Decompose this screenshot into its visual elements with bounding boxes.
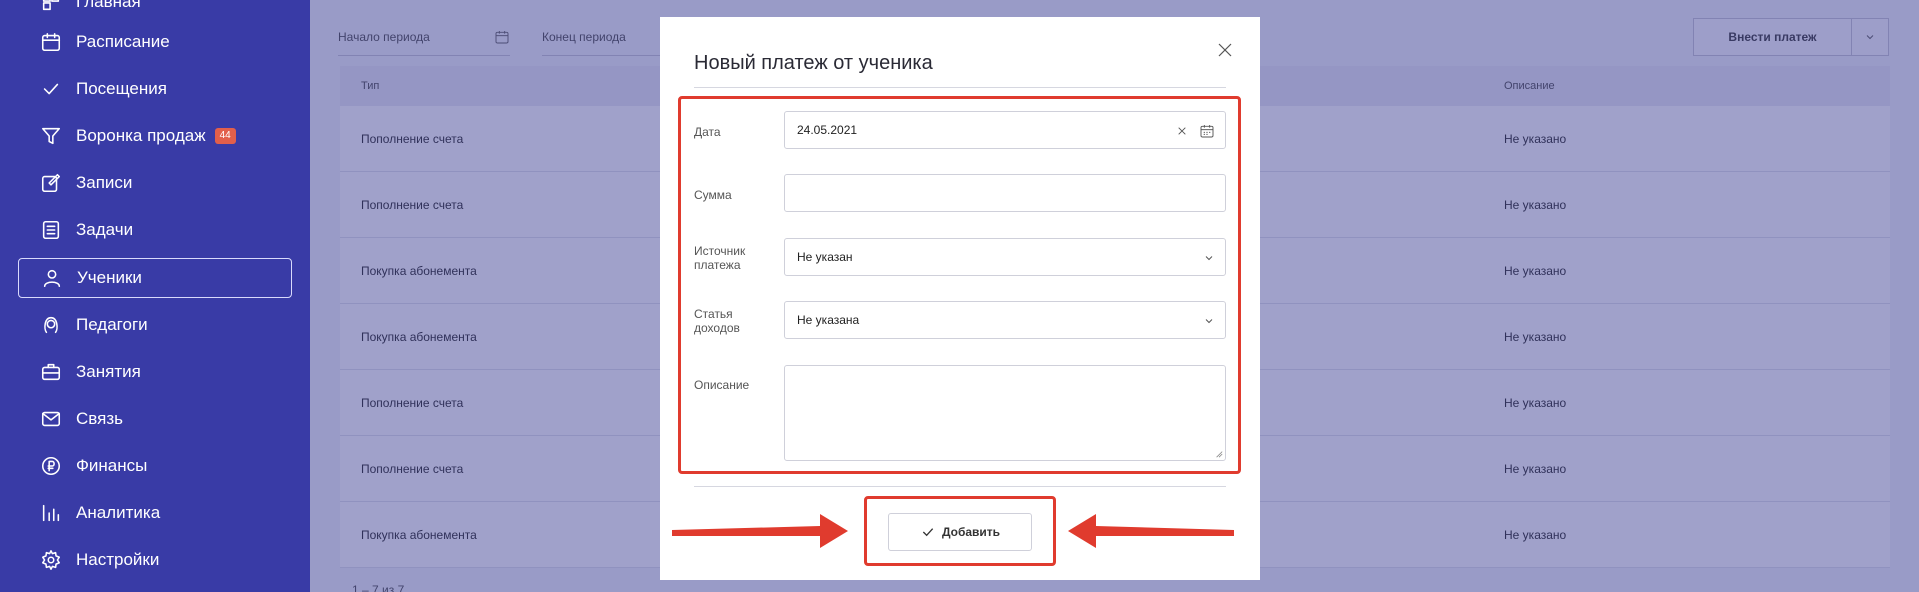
arrow-left-icon <box>1068 514 1234 548</box>
arrow-right-icon <box>672 514 848 548</box>
annotation-arrows <box>672 514 1234 548</box>
